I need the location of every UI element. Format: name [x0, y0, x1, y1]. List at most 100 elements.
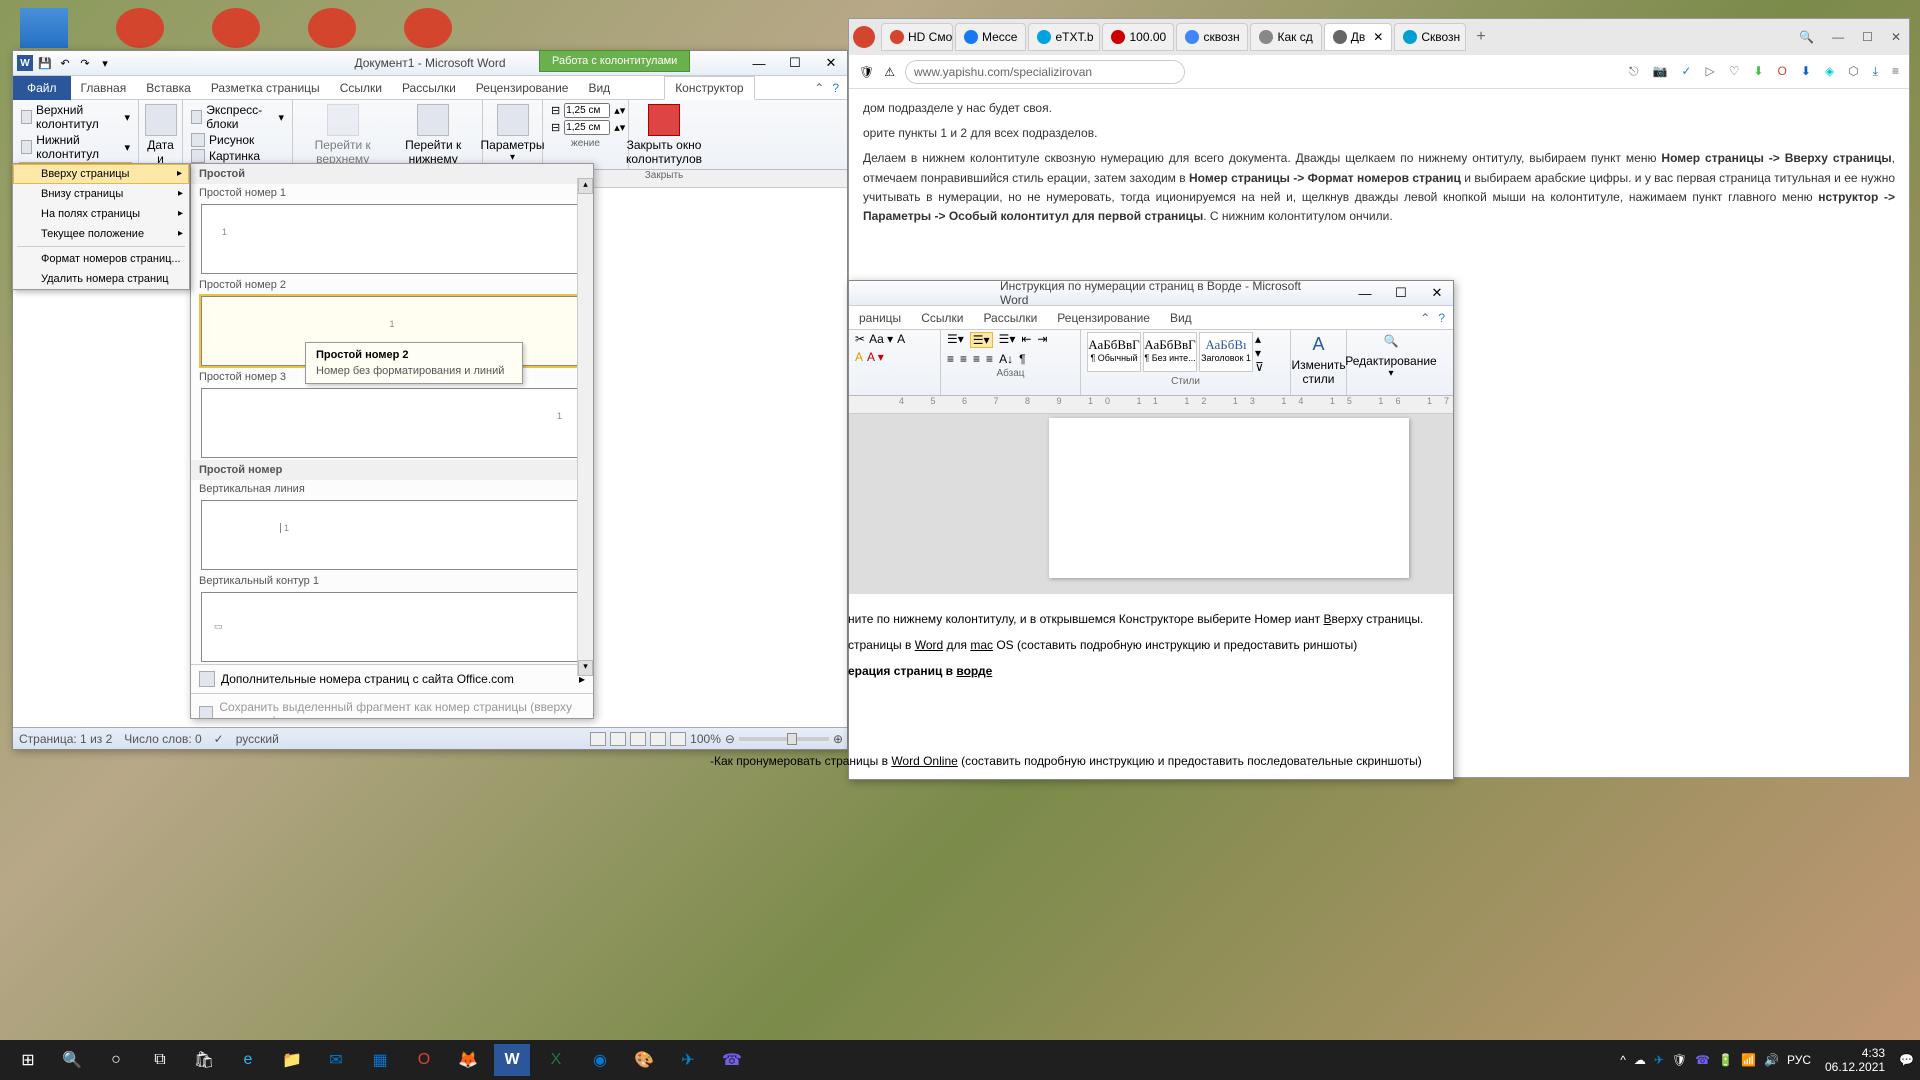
address-bar[interactable]: www.yapishu.com/specializirovan — [905, 60, 1185, 84]
align-center-icon[interactable]: ≡ — [960, 352, 967, 366]
qat-more-icon[interactable]: ▾ — [97, 55, 113, 71]
numbering-icon[interactable]: ☰▾ — [970, 332, 993, 348]
picture-button[interactable]: Рисунок — [189, 132, 286, 148]
minimize-button[interactable]: — — [1832, 30, 1844, 44]
styles-more-icon[interactable]: ⊽ — [1255, 360, 1269, 374]
menu-bottom-of-page[interactable]: Внизу страницы — [13, 184, 189, 204]
help-icon[interactable]: ? — [832, 81, 839, 95]
opera-ext-icon[interactable]: O — [1778, 64, 1787, 79]
help-icon[interactable]: ? — [1438, 311, 1445, 325]
maximize-button[interactable]: ☐ — [1389, 284, 1413, 302]
tab-refs[interactable]: Ссылки — [330, 77, 392, 99]
tab-layout-partial[interactable]: раницы — [849, 307, 911, 329]
save-icon[interactable]: 💾 — [37, 55, 53, 71]
spell-icon[interactable]: ✓ — [214, 732, 224, 746]
params-button[interactable]: Параметры ▾ — [489, 102, 536, 165]
tray-battery-icon[interactable]: 🔋 — [1718, 1053, 1733, 1067]
image-button[interactable]: Картинка — [189, 148, 286, 164]
browser-tab-active[interactable]: Дв✕ — [1324, 23, 1393, 51]
app-icon[interactable]: ▦ — [358, 1040, 402, 1080]
gallery-item-4[interactable]: 1 — [201, 500, 583, 570]
pos-top-input[interactable]: ⊟ ▴▾ — [549, 102, 622, 119]
desktop-computer-icon[interactable] — [20, 8, 68, 48]
maximize-button[interactable]: ☐ — [783, 54, 807, 72]
clock[interactable]: 4:33 06.12.2021 — [1819, 1046, 1891, 1075]
browser-tab[interactable]: HD Смотр — [881, 23, 953, 51]
desktop-disc3-icon[interactable] — [404, 8, 452, 48]
telegram-icon[interactable]: ✈ — [666, 1040, 710, 1080]
change-styles-button[interactable]: AИзменить стили — [1297, 332, 1340, 388]
view-web-icon[interactable] — [630, 732, 646, 746]
gallery-scrollbar[interactable]: ▴ ▾ — [577, 178, 593, 676]
tray-security-icon[interactable]: 🛡 — [1672, 1053, 1687, 1067]
browser-tab[interactable]: Сквозн — [1394, 23, 1466, 51]
close-header-button[interactable]: Закрыть окно колонтитулов — [635, 102, 693, 168]
header-top-button[interactable]: Верхний колонтитул ▾ — [19, 102, 132, 132]
edge-icon[interactable]: ◉ — [578, 1040, 622, 1080]
zoom-out-button[interactable]: ⊖ — [725, 732, 735, 746]
menu-icon[interactable]: ≡ — [1892, 64, 1899, 79]
search-button[interactable]: 🔍 — [50, 1040, 94, 1080]
browser-tab[interactable]: 100.00 — [1102, 23, 1174, 51]
style-normal[interactable]: АаБбВвГ¶ Обычный — [1087, 332, 1141, 372]
browser-tab[interactable]: Как сд — [1250, 23, 1321, 51]
tab-home[interactable]: Главная — [71, 77, 137, 99]
ribbon-collapse-icon[interactable]: ⌃ — [1420, 311, 1430, 325]
align-left-icon[interactable]: ≡ — [947, 352, 954, 366]
teal-ext-icon[interactable]: ◈ — [1825, 64, 1834, 79]
heart-icon[interactable]: ♡ — [1729, 64, 1740, 79]
multilevel-icon[interactable]: ☰▾ — [999, 332, 1016, 348]
menu-page-margins[interactable]: На полях страницы — [13, 204, 189, 224]
warning-icon[interactable]: ⚠ — [884, 65, 895, 79]
style-heading1[interactable]: АаБбВıЗаголовок 1 — [1199, 332, 1253, 372]
redo-icon[interactable]: ↷ — [77, 55, 93, 71]
mail-icon[interactable]: ✉ — [314, 1040, 358, 1080]
zoom-in-button[interactable]: ⊕ — [833, 732, 843, 746]
close-button[interactable]: ✕ — [1891, 30, 1901, 44]
desktop-disc2-icon[interactable] — [212, 8, 260, 48]
play-icon[interactable]: ▷ — [1705, 64, 1714, 79]
tray-network-icon[interactable]: 📶 — [1741, 1053, 1756, 1067]
indent-dec-icon[interactable]: ⇤ — [1021, 332, 1031, 348]
highlight-icon[interactable]: A — [855, 350, 863, 364]
ext-icon[interactable]: ⎋ — [1629, 64, 1639, 79]
tray-telegram-icon[interactable]: ✈ — [1654, 1053, 1664, 1067]
view-read-icon[interactable] — [610, 732, 626, 746]
menu-format-numbers[interactable]: Формат номеров страниц... — [13, 249, 189, 269]
tab-mail[interactable]: Рассылки — [973, 307, 1047, 329]
ie-icon[interactable]: e — [226, 1040, 270, 1080]
clear-format-icon[interactable]: A — [897, 332, 905, 346]
tray-viber-icon[interactable]: ☎ — [1695, 1053, 1710, 1067]
minimize-button[interactable]: — — [1353, 284, 1377, 302]
ribbon-collapse-icon[interactable]: ⌃ — [814, 81, 824, 95]
tab-mail[interactable]: Рассылки — [392, 77, 466, 99]
gallery-item-5[interactable]: ▭ — [201, 592, 583, 662]
tab-view[interactable]: Вид — [578, 77, 620, 99]
browser-tab[interactable]: eTXT.b — [1028, 23, 1100, 51]
tab-close-icon[interactable]: ✕ — [1373, 30, 1383, 44]
opera-icon[interactable] — [853, 26, 875, 48]
indent-inc-icon[interactable]: ⇥ — [1037, 332, 1047, 348]
tray-lang[interactable]: РУС — [1787, 1053, 1811, 1067]
express-blocks-button[interactable]: Экспресс-блоки ▾ — [189, 102, 286, 132]
dl2-icon[interactable]: ⤓ — [1873, 64, 1878, 79]
paste-icon[interactable]: ✂ — [855, 332, 865, 346]
tab-file[interactable]: Файл — [13, 76, 71, 100]
pilcrow-icon[interactable]: ¶ — [1019, 352, 1025, 366]
browser-tab[interactable]: сквозн — [1176, 23, 1248, 51]
tray-onedrive-icon[interactable]: ☁ — [1634, 1053, 1646, 1067]
explorer-icon[interactable]: 📁 — [270, 1040, 314, 1080]
style-nospace[interactable]: АаБбВвГ¶ Без инте... — [1143, 332, 1197, 372]
notifications-icon[interactable]: 💬 — [1899, 1053, 1914, 1067]
search-icon[interactable]: 🔍 — [1799, 30, 1814, 44]
paint-icon[interactable]: 🎨 — [622, 1040, 666, 1080]
tray-expand-icon[interactable]: ^ — [1620, 1053, 1626, 1067]
justify-icon[interactable]: ≡ — [986, 352, 993, 366]
pos-bot-input[interactable]: ⊟ ▴▾ — [549, 119, 622, 136]
tab-constructor[interactable]: Конструктор — [664, 76, 754, 100]
minimize-button[interactable]: — — [747, 54, 771, 72]
excel-icon[interactable]: X — [534, 1040, 578, 1080]
browser-tab[interactable]: Мессе — [955, 23, 1026, 51]
tab-review[interactable]: Рецензирование — [466, 77, 579, 99]
download-icon[interactable]: ⬇ — [1753, 64, 1763, 79]
